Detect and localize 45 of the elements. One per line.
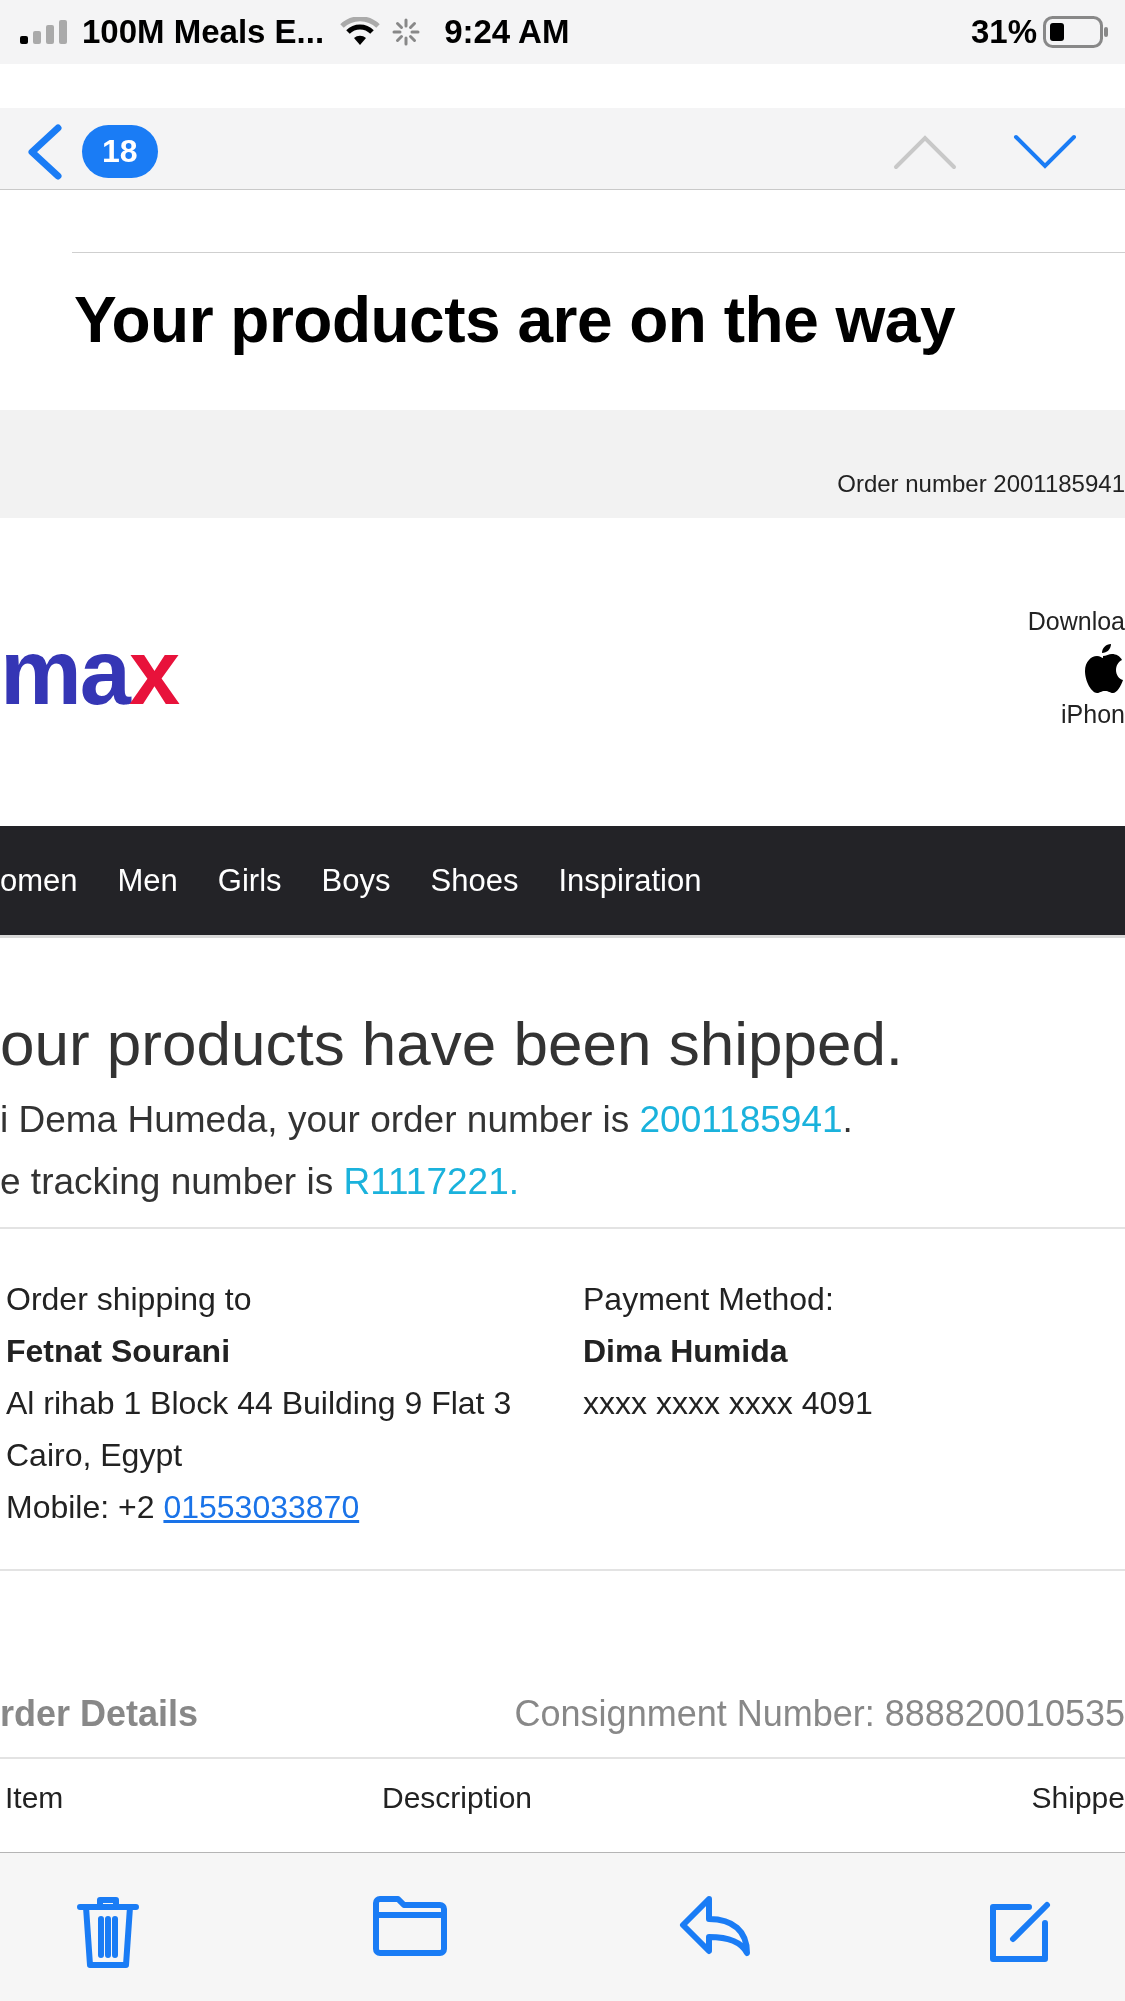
address-line: Al rihab 1 Block 44 Building 9 Flat 3 <box>6 1384 513 1423</box>
chevron-down-icon <box>1013 133 1077 170</box>
carrier-name: 100M Meals E... <box>82 13 325 51</box>
battery-percent: 31% <box>970 13 1037 51</box>
signal-icon <box>20 20 70 44</box>
category-link[interactable]: Girls <box>217 862 282 899</box>
column-header: Item <box>5 1781 64 1815</box>
consignment-number: Consignment Number: 888820010535 <box>514 1693 1125 1735</box>
store-logo: max <box>0 619 179 725</box>
wifi-icon <box>340 17 381 47</box>
category-link[interactable]: Inspiration <box>558 862 702 899</box>
order-number-text: Order number 2001185941 <box>837 470 1125 498</box>
unread-count-badge: 18 <box>82 125 158 178</box>
email-subject: Your products are on the way <box>73 283 956 357</box>
order-details-title: rder Details <box>0 1693 199 1735</box>
next-message-button[interactable] <box>1013 133 1077 170</box>
category-link[interactable]: Boys <box>321 862 391 899</box>
category-link[interactable]: Shoes <box>430 862 519 899</box>
greeting-text: i Dema Humeda, your order number is 2001185941. <box>0 1099 853 1140</box>
column-header: Shippe <box>1031 1781 1125 1815</box>
folder-icon <box>371 1895 448 1957</box>
tracking-text: e tracking number is R1117221. <box>0 1161 519 1202</box>
clock-time: 9:24 AM <box>444 13 570 51</box>
payment-label: Payment Method: <box>583 1280 835 1319</box>
loading-icon <box>392 18 421 46</box>
phone-link[interactable]: 01553033870 <box>163 1489 360 1525</box>
recipient-name: Fetnat Sourani <box>6 1332 231 1371</box>
address-line: Cairo, Egypt <box>6 1436 184 1475</box>
payer-name: Dima Humida <box>583 1332 789 1371</box>
battery-icon <box>1043 16 1109 48</box>
shipped-headline: our products have been shipped. <box>0 1008 905 1079</box>
chevron-up-icon <box>893 133 957 170</box>
trash-icon <box>76 1895 140 1969</box>
delete-button[interactable] <box>76 1895 140 1969</box>
shipping-label: Order shipping to <box>6 1280 253 1319</box>
back-icon <box>26 123 62 180</box>
mobile-text: Mobile: +2 01553033870 <box>6 1488 361 1527</box>
move-button[interactable] <box>371 1895 448 1957</box>
back-button[interactable] <box>26 123 62 180</box>
category-link[interactable]: omen <box>0 862 78 899</box>
category-link[interactable]: Men <box>117 862 178 899</box>
card-number: xxxx xxxx xxxx 4091 <box>583 1384 874 1423</box>
device-label: iPhon <box>1061 700 1125 729</box>
column-header: Description <box>382 1781 533 1815</box>
download-label: Downloa <box>1027 607 1125 636</box>
